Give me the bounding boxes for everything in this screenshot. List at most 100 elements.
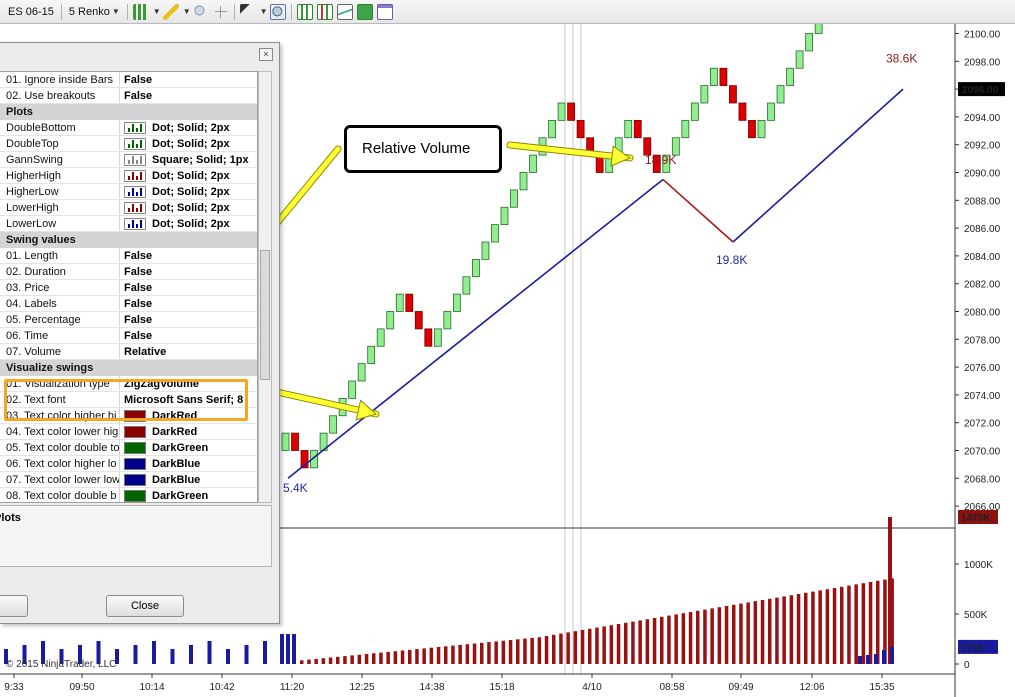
property-value[interactable]: Dot; Solid; 2px — [120, 137, 230, 150]
property-value[interactable]: False — [120, 314, 152, 326]
volume-bar — [768, 598, 772, 664]
renko-brick — [357, 363, 366, 382]
color-swatch — [124, 473, 146, 486]
renko-brick — [738, 102, 747, 121]
volume-bar — [681, 613, 686, 664]
property-row[interactable]: 01. Length False — [0, 248, 257, 264]
description-title: Plots — [0, 512, 21, 524]
volume-bar — [739, 603, 743, 664]
property-name: 06. Time — [0, 328, 120, 343]
property-value[interactable]: False — [120, 250, 152, 262]
renko-brick — [376, 328, 385, 347]
property-row[interactable]: 07. Text color lower low DarkBlue — [0, 472, 257, 488]
property-value-text: DarkRed — [152, 425, 198, 438]
property-value[interactable]: False — [120, 74, 152, 86]
data-box-icon[interactable] — [356, 3, 373, 20]
chevron-down-icon[interactable]: ▼ — [260, 7, 268, 16]
ok-button[interactable] — [0, 595, 28, 617]
property-grid-scrollbar[interactable] — [258, 71, 272, 503]
property-row[interactable]: 05. Text color double to DarkGreen — [0, 440, 257, 456]
property-value[interactable]: False — [120, 90, 152, 102]
plot-style-icon — [124, 153, 146, 166]
property-row[interactable]: HigherHigh Dot; Solid; 2px — [0, 168, 257, 184]
property-value[interactable]: DarkGreen — [120, 441, 208, 454]
zoom-in-icon[interactable] — [192, 3, 209, 20]
volume-tick-label: 500K — [964, 610, 988, 621]
renko-brick — [633, 119, 642, 139]
property-value[interactable]: Dot; Solid; 2px — [120, 169, 230, 182]
crosshair-icon[interactable] — [212, 3, 229, 20]
volume-bar — [825, 589, 830, 664]
indicators-icon[interactable] — [296, 3, 313, 20]
property-value[interactable]: DarkRed — [120, 425, 198, 438]
volume-bar — [436, 647, 441, 664]
property-value-text: False — [124, 297, 153, 310]
chart-properties-icon[interactable] — [336, 3, 353, 20]
property-row[interactable]: LowerLow Dot; Solid; 2px — [0, 216, 257, 232]
property-row[interactable]: GannSwing Square; Solid; 1px — [0, 152, 257, 168]
volume-tick-label: 0 — [964, 660, 970, 671]
close-button[interactable]: Close — [106, 595, 184, 617]
swing-volume-label: 18.9K — [645, 153, 676, 167]
renko-brick — [367, 345, 376, 365]
close-icon[interactable]: × — [259, 48, 273, 61]
property-value[interactable]: False — [120, 282, 152, 294]
property-name: 02. Use breakouts — [0, 88, 120, 103]
property-value-text: Dot; Solid; 2px — [152, 169, 230, 182]
volume-bar — [789, 595, 794, 664]
templates-icon[interactable] — [376, 3, 393, 20]
property-row[interactable]: DoubleTop Dot; Solid; 2px — [0, 136, 257, 152]
property-value[interactable]: Dot; Solid; 2px — [120, 185, 230, 198]
property-category[interactable]: Swing values — [0, 232, 257, 248]
property-value-text: False — [124, 281, 153, 294]
property-row[interactable]: 06. Text color higher lo DarkBlue — [0, 456, 257, 472]
property-value[interactable]: False — [120, 298, 152, 310]
property-category[interactable]: Plots — [0, 104, 257, 120]
property-row[interactable]: 04. Text color lower hig DarkRed — [0, 424, 257, 440]
plot-style-icon — [124, 137, 146, 150]
property-value[interactable]: Relative — [120, 346, 166, 358]
property-row[interactable]: LowerHigh Dot; Solid; 2px — [0, 200, 257, 216]
property-value[interactable]: Dot; Solid; 2px — [120, 201, 230, 214]
chevron-down-icon[interactable]: ▼ — [153, 7, 161, 16]
volume-bar — [796, 594, 801, 664]
property-value[interactable]: DarkBlue — [120, 457, 200, 470]
property-row[interactable]: 07. Volume Relative — [0, 344, 257, 360]
property-value[interactable]: False — [120, 266, 152, 278]
property-value[interactable]: False — [120, 330, 152, 342]
bar-type-selector[interactable]: 5 Renko ▼ — [65, 2, 124, 22]
volume-bar — [847, 585, 851, 664]
property-row[interactable]: 03. Price False — [0, 280, 257, 296]
property-row[interactable]: DoubleBottom Dot; Solid; 2px — [0, 120, 257, 136]
swing-volume-label: 5.4K — [283, 481, 308, 495]
scrollbar-thumb[interactable] — [260, 250, 270, 380]
property-grid[interactable]: 01. Ignore inside Bars False 02. Use break… — [0, 71, 258, 503]
property-value[interactable]: DarkGreen — [120, 489, 208, 502]
property-row[interactable]: 06. Time False — [0, 328, 257, 344]
property-row[interactable]: 05. Percentage False — [0, 312, 257, 328]
property-row[interactable]: 02. Use breakouts False — [0, 88, 257, 104]
property-value[interactable]: DarkBlue — [120, 473, 200, 486]
property-row[interactable]: 04. Labels False — [0, 296, 257, 312]
search-icon[interactable] — [269, 3, 286, 20]
drawing-pen-icon[interactable] — [162, 3, 179, 20]
pointer-icon[interactable] — [239, 3, 256, 20]
property-name: HigherHigh — [0, 168, 120, 183]
property-value[interactable]: Square; Solid; 1px — [120, 153, 249, 166]
property-value[interactable]: Dot; Solid; 2px — [120, 121, 230, 134]
volume-bar — [523, 638, 527, 664]
property-row[interactable]: 02. Duration False — [0, 264, 257, 280]
price-tick-label: 2080.00 — [964, 308, 1001, 319]
property-value[interactable]: Dot; Solid; 2px — [120, 217, 230, 230]
instrument-selector[interactable]: ES 06-15 — [4, 2, 58, 22]
chevron-down-icon[interactable]: ▼ — [183, 7, 191, 16]
relative-volume-callout: Relative Volume — [344, 125, 502, 173]
strategies-icon[interactable] — [316, 3, 333, 20]
property-row[interactable]: 01. Ignore inside Bars False — [0, 72, 257, 88]
property-category[interactable]: Visualize swings — [0, 360, 257, 376]
bar-style-icon[interactable] — [132, 3, 149, 20]
plot-style-icon — [124, 121, 146, 134]
property-row[interactable]: HigherLow Dot; Solid; 2px — [0, 184, 257, 200]
property-row[interactable]: 08. Text color double b DarkGreen — [0, 488, 257, 502]
price-tick-label: 2084.00 — [964, 252, 1001, 263]
